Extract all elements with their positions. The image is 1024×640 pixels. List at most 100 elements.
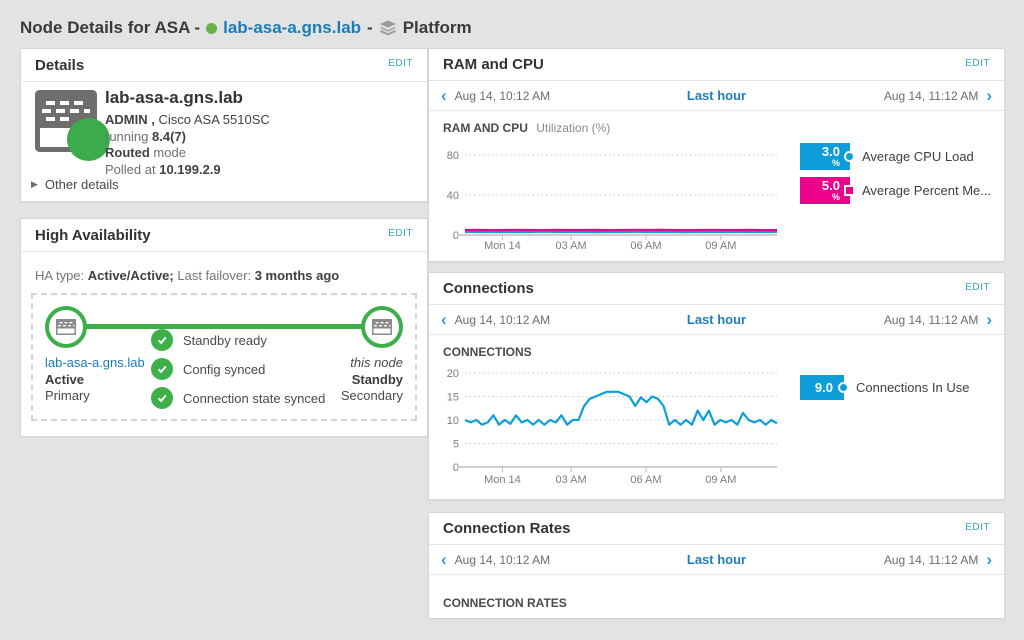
page-title: Node Details for ASA - lab-asa-a.gns.lab… <box>20 16 472 40</box>
failover-value: 3 months ago <box>255 268 340 283</box>
ha-check-row: Standby ready <box>151 329 325 351</box>
layers-icon <box>379 20 397 36</box>
other-details-label: Other details <box>45 177 119 192</box>
expand-triangle-icon: ▶ <box>31 179 38 190</box>
device-model: Cisco ASA 5510SC <box>158 112 269 127</box>
ram-cpu-chart[interactable]: 04080Mon 1403 AM06 AM09 AM <box>437 137 782 262</box>
os-version: 8.4(7) <box>152 129 186 144</box>
cpu-legend-label: Average CPU Load <box>862 149 974 164</box>
time-prev-icon[interactable]: ‹ <box>441 551 447 568</box>
node-status-up-icon <box>206 23 217 34</box>
ha-check-label: Connection state synced <box>183 391 325 406</box>
svg-text:40: 40 <box>447 190 459 202</box>
ha-secondary-device-icon <box>361 306 403 348</box>
connection-rates-timebar: ‹ Aug 14, 10:12 AM Last hour Aug 14, 11:… <box>429 545 1004 575</box>
polled-label: Polled at <box>105 162 156 177</box>
ha-check-label: Config synced <box>183 362 265 377</box>
ha-primary-state: Active <box>45 372 155 389</box>
svg-text:06 AM: 06 AM <box>630 474 661 486</box>
ram-cpu-chart-label: RAM AND CPU Utilization (%) <box>429 111 1004 137</box>
details-card-title: Details <box>35 57 84 74</box>
details-edit-button[interactable]: EDIT <box>388 58 413 69</box>
ram-cpu-card: RAM and CPU EDIT ‹ Aug 14, 10:12 AM Last… <box>428 48 1005 262</box>
memory-value-badge: 5.0 % <box>800 177 850 204</box>
time-from: Aug 14, 10:12 AM <box>455 553 550 567</box>
connections-legend-label: Connections In Use <box>856 380 969 395</box>
time-to: Aug 14, 11:12 AM <box>884 553 979 567</box>
time-from: Aug 14, 10:12 AM <box>455 89 550 103</box>
ha-card-title: High Availability <box>35 227 151 244</box>
memory-legend-label: Average Percent Me... <box>862 183 991 198</box>
time-next-icon[interactable]: › <box>986 87 992 104</box>
connection-rates-chart-label: CONNECTION RATES <box>429 575 1004 612</box>
time-next-icon[interactable]: › <box>986 311 992 328</box>
polled-ip: 10.199.2.9 <box>159 162 220 177</box>
ram-cpu-timebar: ‹ Aug 14, 10:12 AM Last hour Aug 14, 11:… <box>429 81 1004 111</box>
connection-rates-card: Connection Rates EDIT ‹ Aug 14, 10:12 AM… <box>428 512 1005 619</box>
svg-text:09 AM: 09 AM <box>705 474 736 486</box>
connections-edit-button[interactable]: EDIT <box>965 282 990 293</box>
ha-primary-node-link[interactable]: lab-asa-a.gns.lab <box>45 355 155 372</box>
ram-cpu-card-title: RAM and CPU <box>443 56 544 73</box>
ha-check-row: Connection state synced <box>151 387 325 409</box>
page-title-text: Node Details for ASA - <box>20 18 200 38</box>
other-details-toggle[interactable]: ▶ Other details <box>31 177 119 192</box>
ha-edit-button[interactable]: EDIT <box>388 228 413 239</box>
ha-primary-role: Primary <box>45 388 155 405</box>
legend-item-memory: 5.0 % Average Percent Me... <box>800 177 994 204</box>
circle-marker-icon <box>838 382 849 393</box>
ha-primary-device-icon <box>45 306 87 348</box>
connection-rates-card-title: Connection Rates <box>443 520 571 537</box>
mode-value: Routed <box>105 145 150 160</box>
ha-node-primary: lab-asa-a.gns.lab Active Primary <box>45 306 155 405</box>
connections-legend: 9.0 Connections In Use <box>782 361 994 496</box>
legend-item-connections: 9.0 Connections In Use <box>800 375 994 400</box>
high-availability-card: High Availability EDIT HA type: Active/A… <box>20 218 428 437</box>
ha-type-label: HA type: <box>35 268 84 283</box>
svg-text:03 AM: 03 AM <box>555 474 586 486</box>
device-name: lab-asa-a.gns.lab <box>105 88 270 108</box>
time-prev-icon[interactable]: ‹ <box>441 311 447 328</box>
cpu-value-badge: 3.0 % <box>800 143 850 170</box>
connections-value-badge: 9.0 <box>800 375 844 400</box>
ha-diagram: lab-asa-a.gns.lab Active Primary this no… <box>31 293 417 421</box>
svg-text:80: 80 <box>447 150 459 162</box>
svg-text:03 AM: 03 AM <box>555 240 586 252</box>
svg-text:09 AM: 09 AM <box>705 240 736 252</box>
ha-check-label: Standby ready <box>183 333 267 348</box>
running-label: running <box>105 129 148 144</box>
svg-text:15: 15 <box>447 392 459 404</box>
time-to: Aug 14, 11:12 AM <box>884 89 979 103</box>
connections-chart-label: CONNECTIONS <box>429 335 1004 361</box>
node-name-link[interactable]: lab-asa-a.gns.lab <box>223 18 361 38</box>
device-role: ADMIN , <box>105 112 155 127</box>
mode-label: mode <box>153 145 186 160</box>
square-marker-icon <box>844 185 855 196</box>
ha-check-row: Config synced <box>151 358 325 380</box>
svg-text:10: 10 <box>447 415 459 427</box>
failover-label: Last failover: <box>177 268 251 283</box>
svg-text:Mon 14: Mon 14 <box>484 240 521 252</box>
device-status-up-icon <box>67 118 110 161</box>
time-prev-icon[interactable]: ‹ <box>441 87 447 104</box>
svg-text:20: 20 <box>447 368 459 380</box>
time-range-button[interactable]: Last hour <box>601 88 832 103</box>
check-icon <box>151 387 173 409</box>
svg-text:5: 5 <box>453 439 459 451</box>
connections-card-title: Connections <box>443 280 534 297</box>
legend-item-cpu: 3.0 % Average CPU Load <box>800 143 994 170</box>
connections-chart[interactable]: 05101520Mon 1403 AM06 AM09 AM <box>437 361 782 496</box>
time-range-button[interactable]: Last hour <box>601 552 832 567</box>
circle-marker-icon <box>844 151 855 162</box>
svg-text:Mon 14: Mon 14 <box>484 474 521 486</box>
check-icon <box>151 358 173 380</box>
ram-cpu-legend: 3.0 % Average CPU Load 5.0 % Average Per… <box>782 137 994 262</box>
time-next-icon[interactable]: › <box>986 551 992 568</box>
time-from: Aug 14, 10:12 AM <box>455 313 550 327</box>
ram-cpu-edit-button[interactable]: EDIT <box>965 58 990 69</box>
details-card: Details EDIT lab-asa-a.gns.lab ADMIN , C… <box>20 48 428 202</box>
connections-timebar: ‹ Aug 14, 10:12 AM Last hour Aug 14, 11:… <box>429 305 1004 335</box>
platform-label: Platform <box>403 18 472 38</box>
connection-rates-edit-button[interactable]: EDIT <box>965 522 990 533</box>
time-range-button[interactable]: Last hour <box>601 312 832 327</box>
